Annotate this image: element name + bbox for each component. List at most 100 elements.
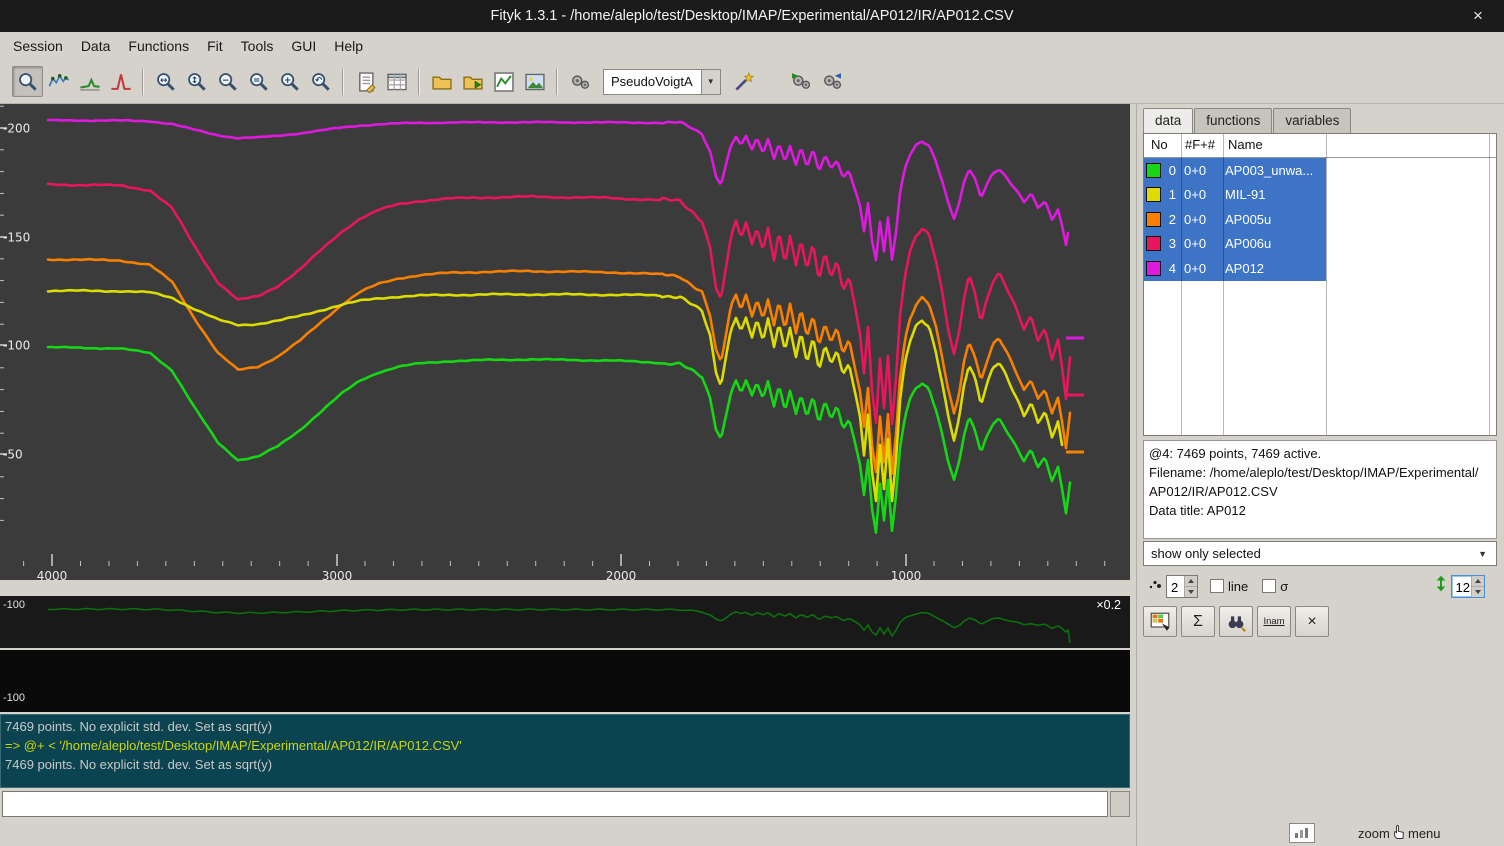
point-size-spinner[interactable]: 2 [1166,575,1198,598]
settings-gears-button[interactable] [564,66,595,97]
auto-add-function-icon [733,71,755,93]
dataset-functions-count: 0+0 [1180,261,1221,276]
menu-data[interactable]: Data [72,35,120,57]
background-mode-button[interactable] [74,66,105,97]
aux2-axis-label: -100 [3,692,25,704]
dataset-number: 1 [1161,187,1176,202]
dataset-row-2[interactable]: 20+0AP005u [1144,207,1496,232]
side-panel: datafunctionsvariables No #F+# Name 00+0AP… [1143,104,1504,846]
menu-session[interactable]: Session [4,35,72,57]
menu-gui[interactable]: GUI [282,35,325,57]
tab-variables[interactable]: variables [1273,108,1351,133]
zoom-previous-button[interactable]: ↶ [305,66,336,97]
zoom-out-button[interactable]: − [212,66,243,97]
command-input-row [2,791,1130,818]
manual-fit-button[interactable] [786,66,817,97]
data-table: No#F+#Name 00+0AP003_unwa...10+0MIL-9120… [1143,133,1497,436]
zoom-fit-button[interactable]: ↔ [150,66,181,97]
execute-script-button[interactable] [457,66,488,97]
close-button[interactable]: × [1464,0,1492,32]
x-tick-label: 3000 [322,569,353,580]
fit-history-button[interactable] [817,66,848,97]
menu-functions[interactable]: Functions [119,35,198,57]
dataset-row-4[interactable]: 40+0AP012 [1144,256,1496,281]
point-size-value: 2 [1167,576,1184,597]
tab-data[interactable]: data [1143,108,1193,133]
dataset-name: MIL-91 [1221,187,1265,202]
data-range-mode-icon [48,71,70,93]
save-session-button[interactable] [488,66,519,97]
y-tick-label: -50 [3,448,23,462]
svg-text:−: − [221,75,228,85]
zoom-mode-button[interactable] [12,66,43,97]
column-header-f[interactable]: #F+# [1185,137,1215,152]
svg-text:↔: ↔ [159,75,166,85]
aux-plot-2[interactable]: -100 [0,650,1130,712]
session-log-button[interactable] [350,66,381,97]
data-editor-icon [386,71,408,93]
background-mode-icon [79,71,101,93]
zoom-in-button[interactable]: + [274,66,305,97]
data-editor-button[interactable] [381,66,412,97]
dataset-row-1[interactable]: 10+0MIL-91 [1144,183,1496,208]
chevron-down-icon: ▼ [1478,549,1487,559]
x-tick-label: 2000 [606,569,637,580]
spectrum-AP005u [48,259,1070,473]
x-tick-label: 4000 [37,569,68,580]
panel-splitter[interactable] [1130,104,1143,846]
dataset-row-3[interactable]: 30+0AP006u [1144,232,1496,257]
svg-text:↕: ↕ [190,75,197,85]
window-title: Fityk 1.3.1 - /home/aleplo/test/Desktop/… [490,8,1013,24]
zoom-in-icon: + [279,71,301,93]
series-color-swatch [1146,212,1161,227]
column-header-no[interactable]: No [1151,137,1168,152]
show-filter-dropdown[interactable]: show only selected ▼ [1143,541,1497,566]
main-plot[interactable]: 4000300020001000-200-150-100-50 [0,104,1130,580]
data-table-rows: 00+0AP003_unwa...10+0MIL-9120+0AP005u30+… [1144,158,1496,281]
dataset-row-0[interactable]: 00+0AP003_unwa... [1144,158,1496,183]
settings-gears-icon [569,71,591,93]
console-line: 7469 points. No explicit std. dev. Set a… [1,755,1129,774]
line-checkbox[interactable] [1210,579,1224,593]
toolbar-separator [418,69,420,95]
auto-add-function-button[interactable] [729,66,760,97]
menu-tools[interactable]: Tools [232,35,283,57]
statusbar-zoom-label: zoom [1358,826,1390,841]
data-range-mode-button[interactable] [43,66,74,97]
sigma-checkbox[interactable] [1262,579,1276,593]
dataset-functions-count: 0+0 [1180,212,1221,227]
toolbar: ↔ ↕ − = + ↶ PseudoVoigtA▼ [0,60,1504,104]
delete-button[interactable]: × [1295,606,1329,637]
dataset-functions-count: 0+0 [1180,163,1221,178]
execute-script-icon [462,71,484,93]
command-input[interactable] [2,791,1108,817]
session-log-icon [355,71,377,93]
add-peak-mode-button[interactable] [105,66,136,97]
aux-plot[interactable]: -100 ×0.2 [0,596,1130,648]
rename-button[interactable]: Inam [1257,606,1291,637]
load-data-button[interactable] [426,66,457,97]
status-indicator-button[interactable] [1289,823,1315,843]
output-console: 7469 points. No explicit std. dev. Set a… [0,714,1130,788]
svg-text:+: + [283,75,290,85]
hand-cursor-icon [1393,824,1405,844]
zoom-vertical-button[interactable]: ↕ [181,66,212,97]
shift-value: 12 [1452,576,1471,597]
menu-help[interactable]: Help [325,35,372,57]
find-button[interactable] [1219,606,1253,637]
shift-updown-icon[interactable] [1434,575,1448,597]
data-table-button[interactable] [1143,606,1177,637]
svg-text:↶: ↶ [314,75,322,85]
menu-fit[interactable]: Fit [198,35,232,57]
function-type-select[interactable]: PseudoVoigtA▼ [603,69,721,95]
input-extra-button[interactable] [1110,791,1130,817]
column-header-name[interactable]: Name [1228,137,1263,152]
plot-splitter[interactable] [0,580,1130,596]
menubar: SessionDataFunctionsFitToolsGUIHelp [0,32,1504,60]
sum-button[interactable]: Σ [1181,606,1215,637]
toolbar-separator [142,69,144,95]
save-image-button[interactable] [519,66,550,97]
zoom-100-button[interactable]: = [243,66,274,97]
tab-functions[interactable]: functions [1194,108,1272,133]
shift-spinner[interactable]: 12 [1451,575,1485,598]
